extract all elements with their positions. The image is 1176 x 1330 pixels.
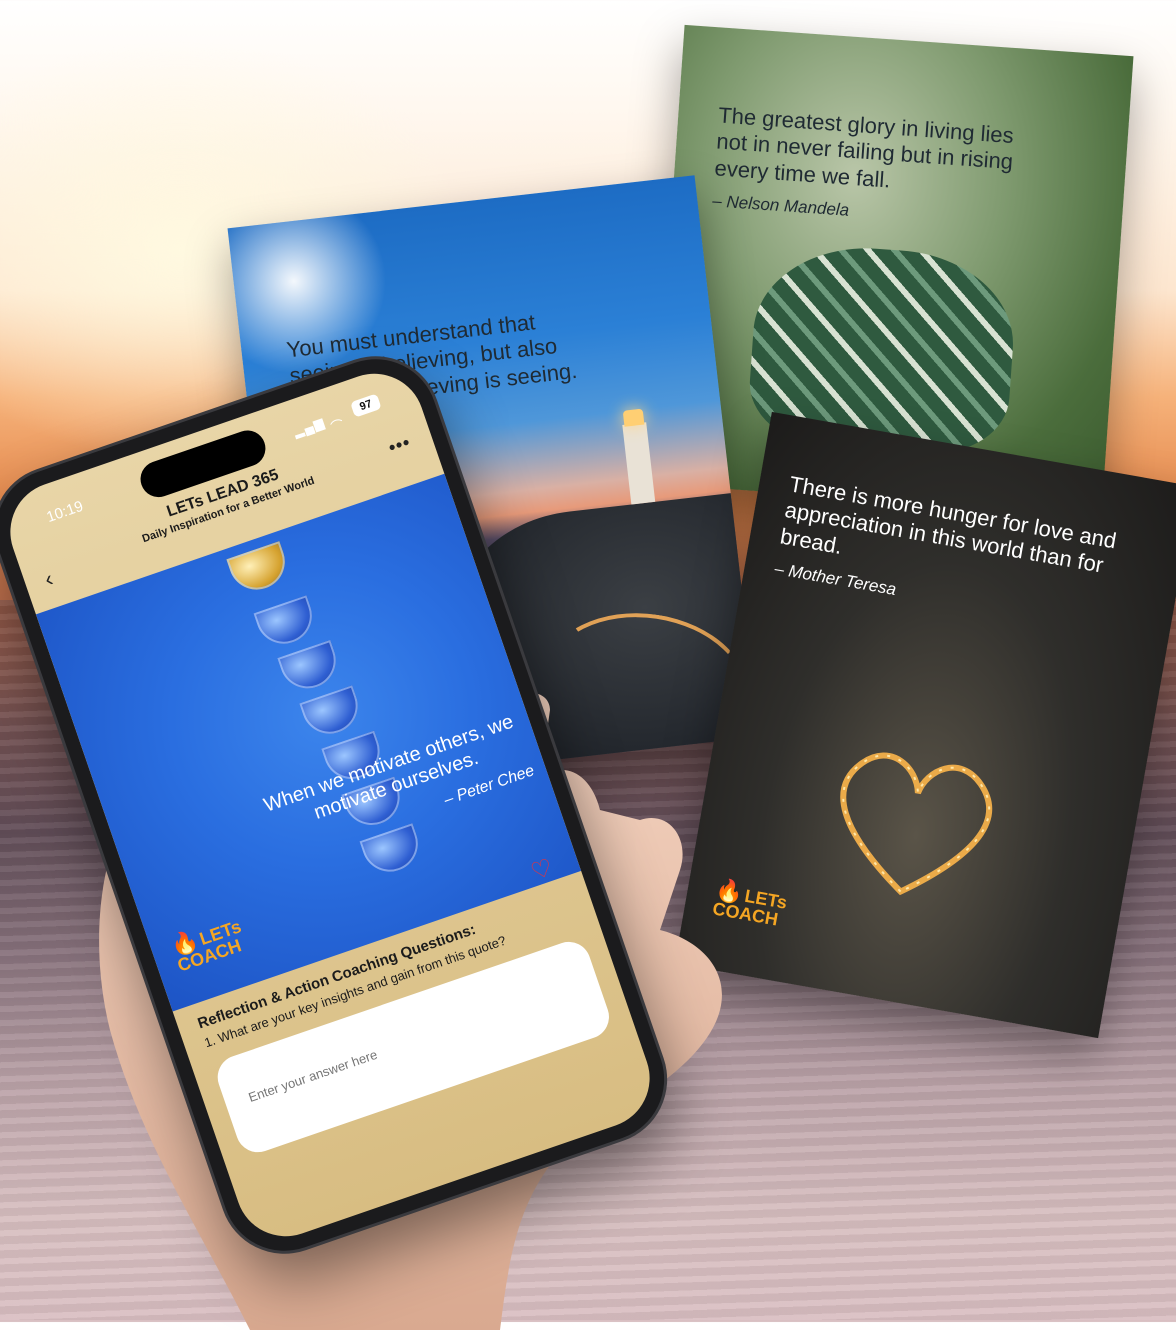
background-scene: The greatest glory in living lies not in… (0, 0, 1176, 1330)
card-author: – Nelson Mandela (711, 191, 850, 220)
letscoach-logo: 🔥LETs COACH (168, 915, 250, 975)
trophy-icon (299, 685, 366, 742)
trophy-icon (277, 639, 344, 696)
trophy-stack-illustration (200, 529, 440, 937)
trophy-icon (253, 595, 320, 652)
gold-trophy-icon (226, 541, 293, 598)
quote-card-teresa: There is more hunger for love and apprec… (674, 411, 1176, 1039)
status-time: 10:19 (44, 497, 86, 526)
heart-icon[interactable]: ♡ (527, 853, 557, 887)
card-quote: The greatest glory in living lies not in… (713, 102, 1015, 193)
card-quote-text: There is more hunger for love and apprec… (773, 471, 1147, 641)
lighthouse-icon (622, 422, 656, 505)
fairy-light-heart-icon (840, 752, 993, 896)
battery-icon: 97 (350, 393, 382, 418)
card-quote: There is more hunger for love and apprec… (778, 471, 1119, 578)
signal-wifi-icon: ▂▄▆ ︵ (291, 408, 345, 440)
card-quote-text: The greatest glory in living lies not in… (712, 102, 1039, 234)
